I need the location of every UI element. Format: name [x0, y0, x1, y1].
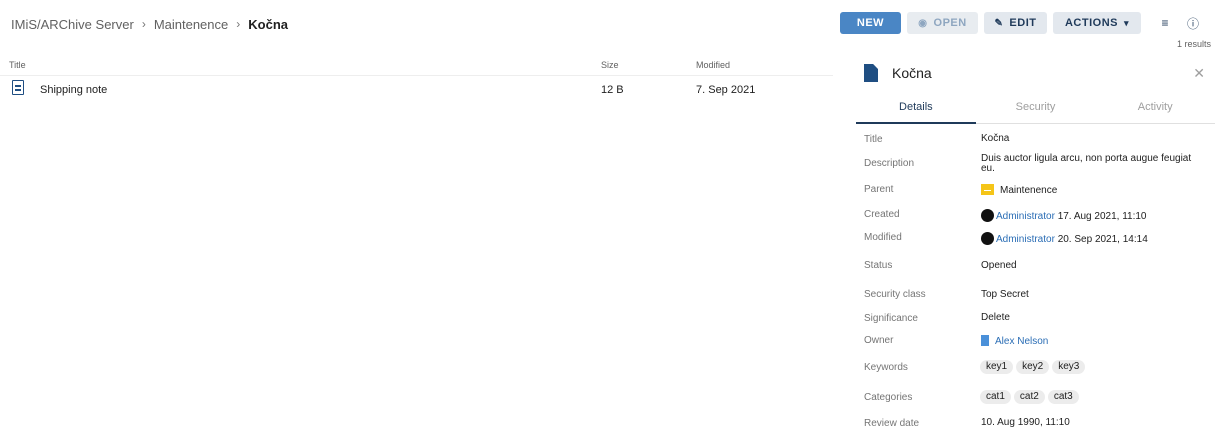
panel-title: Kočna	[892, 65, 932, 81]
actions-button[interactable]: ACTIONS ▾	[1053, 12, 1141, 34]
breadcrumb-separator: ›	[141, 17, 146, 31]
actions-button-label: ACTIONS	[1064, 17, 1118, 29]
owner-link[interactable]: Alex Nelson	[995, 336, 1048, 347]
column-size[interactable]: Size	[601, 60, 619, 70]
folder-icon	[981, 184, 994, 195]
row-title: Shipping note	[40, 84, 108, 96]
prop-value: Alex Nelson	[981, 335, 1206, 347]
eye-icon: ◉	[918, 17, 928, 29]
category-chip: cat1	[980, 390, 1011, 404]
user-icon	[981, 335, 989, 346]
prop-label: Categories	[864, 392, 913, 403]
column-modified[interactable]: Modified	[696, 60, 730, 70]
prop-label: Created	[864, 209, 900, 220]
prop-value: Delete	[981, 312, 1010, 323]
modified-date: 20. Sep 2021, 14:14	[1057, 234, 1148, 245]
category-chip: cat2	[1013, 390, 1045, 404]
details-panel: Kočna ✕ Details Security Activity Title …	[856, 56, 1215, 428]
row-size: 12 B	[601, 84, 624, 96]
created-date: 17. Aug 2021, 11:10	[1057, 211, 1147, 222]
prop-value: 10. Aug 1990, 11:10	[981, 417, 1070, 428]
parent-name: Maintenence	[1000, 185, 1058, 196]
prop-value: Opened	[981, 260, 1017, 271]
prop-value: cat1 cat2 cat3	[980, 390, 1205, 404]
column-title[interactable]: Title	[9, 60, 26, 70]
breadcrumb: IMiS/ARChive Server › Maintenence › Kočn…	[11, 14, 288, 34]
panel-header: Kočna	[864, 64, 932, 82]
keyword-chip: key1	[980, 360, 1014, 374]
tab-details[interactable]: Details	[856, 96, 976, 124]
keyword-chip: key2	[1016, 360, 1050, 374]
prop-label: Parent	[864, 184, 894, 195]
created-user-link[interactable]: Administrator	[996, 211, 1055, 222]
breadcrumb-current: Kočna	[248, 16, 288, 32]
prop-label: Modified	[864, 232, 902, 243]
prop-value: Administrator 20. Sep 2021, 14:14	[981, 232, 1206, 245]
open-button[interactable]: ◉ OPEN	[907, 12, 978, 34]
prop-label: Status	[864, 260, 893, 271]
prop-label: Security class	[864, 289, 926, 300]
avatar	[981, 209, 994, 222]
breadcrumb-maintenence[interactable]: Maintenence	[154, 17, 228, 32]
prop-label: Significance	[864, 313, 918, 324]
tab-security[interactable]: Security	[976, 96, 1096, 123]
row-modified: 7. Sep 2021	[696, 84, 756, 96]
keyword-chip: key3	[1052, 360, 1086, 374]
document-icon	[12, 80, 24, 95]
prop-label: Review date	[864, 418, 920, 428]
prop-value: Kočna	[981, 133, 1010, 144]
table-row[interactable]: Shipping note 12 B 7. Sep 2021	[0, 76, 833, 114]
prop-label: Description	[864, 158, 915, 169]
prop-label: Owner	[864, 335, 894, 346]
prop-label: Title	[864, 134, 883, 145]
breadcrumb-root[interactable]: IMiS/ARChive Server	[11, 17, 134, 32]
open-button-label: OPEN	[933, 17, 967, 29]
edit-button[interactable]: ✎ EDIT	[984, 12, 1047, 34]
avatar	[981, 232, 994, 245]
category-chip: cat3	[1047, 390, 1079, 404]
pencil-icon: ✎	[994, 17, 1004, 29]
tab-activity[interactable]: Activity	[1095, 96, 1215, 123]
close-icon[interactable]: ✕	[1193, 65, 1205, 82]
prop-value: Duis auctor ligula arcu, non porta augue…	[981, 153, 1192, 174]
file-icon	[864, 64, 878, 82]
prop-value: Top Secret	[981, 289, 1029, 300]
table-header: Title Size Modified	[0, 56, 833, 76]
modified-user-link[interactable]: Administrator	[996, 234, 1055, 245]
prop-value: Administrator 17. Aug 2021, 11:10	[981, 209, 1206, 222]
panel-tabs: Details Security Activity	[856, 96, 1215, 124]
breadcrumb-separator: ›	[236, 17, 241, 31]
prop-label: Keywords	[864, 362, 908, 373]
new-button[interactable]: NEW	[840, 12, 901, 34]
prop-value: key1 key2 key3	[980, 360, 1205, 374]
list-view-icon[interactable]: ≡	[1155, 12, 1175, 34]
toolbar: NEW ◉ OPEN ✎ EDIT ACTIONS ▾ ≡ ⓘ	[840, 12, 1203, 34]
edit-button-label: EDIT	[1009, 17, 1037, 29]
file-table: Title Size Modified Shipping note 12 B 7…	[0, 56, 833, 114]
prop-value[interactable]: Maintenence	[981, 184, 1206, 196]
chevron-down-icon: ▾	[1123, 17, 1130, 28]
info-icon[interactable]: ⓘ	[1183, 12, 1203, 34]
new-button-label: NEW	[856, 17, 885, 29]
results-count: 1 results	[1176, 39, 1211, 49]
